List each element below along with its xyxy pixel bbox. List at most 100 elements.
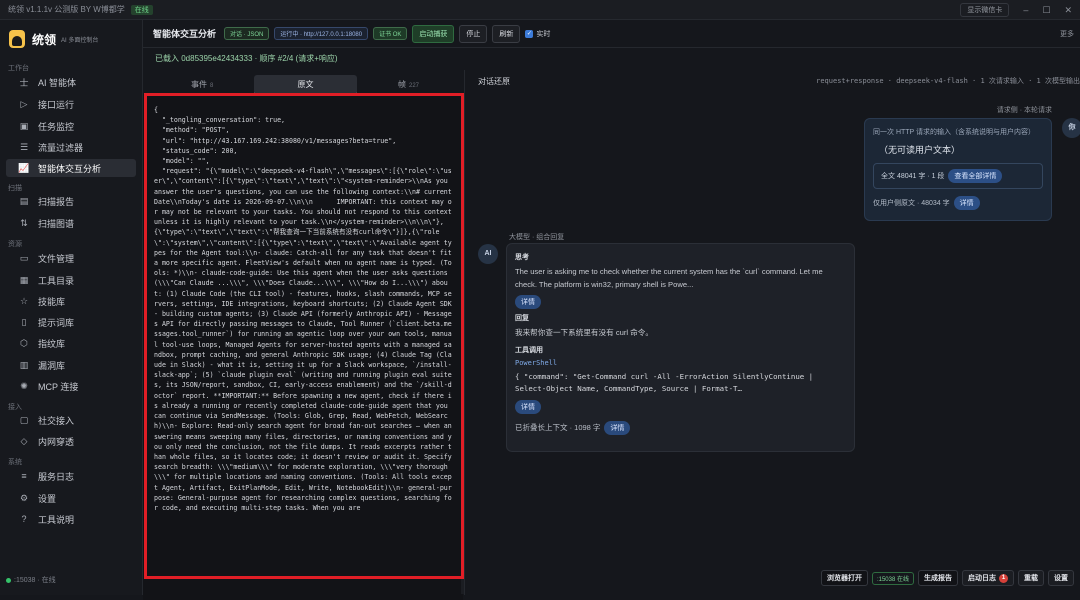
server-pill: 运行中 · http://127.0.0.1:18080	[274, 27, 369, 40]
sidebar-item-tool-help[interactable]: ? 工具说明	[6, 510, 136, 528]
sidebar-item-file-manager[interactable]: ▭ 文件管理	[6, 249, 136, 267]
tab-frames[interactable]: 帧 227	[398, 75, 419, 95]
scrollbar[interactable]	[461, 94, 464, 594]
help-icon: ?	[21, 514, 27, 524]
sidebar-item-fingerprints[interactable]: ⬡ 指纹库	[6, 334, 136, 352]
sidebar-item-settings[interactable]: ⚙ 设置	[6, 489, 136, 507]
sidebar-item-ai-agent[interactable]: 士 AI 智能体	[6, 73, 136, 91]
thinking-detail-button[interactable]: 详情	[515, 295, 541, 309]
tool-command: { "command": "Get-Command curl -All -Err…	[515, 371, 814, 394]
conversation-panel: 对话还原 request+response · deepseek-v4-flas…	[466, 70, 1080, 595]
folded-detail-button[interactable]: 详情	[604, 420, 631, 435]
request-card: 同一次 HTTP 请求的输入（含系统说明与用户内容） （无可读用户文本） 全文 …	[864, 118, 1052, 221]
request-detail-button[interactable]: 详情	[953, 196, 980, 210]
check-icon: ✓	[525, 29, 534, 38]
request-user-only: 仅用户侧原文 · 48034 字 详情	[873, 196, 1043, 210]
folder-icon: ▭	[19, 252, 29, 263]
sidebar-item-tunnel[interactable]: ◇ 内网穿透	[6, 432, 136, 450]
ai-response-card: 思考 The user is asking me to check whethe…	[506, 243, 855, 452]
conversation-title: 对话还原	[478, 76, 510, 86]
sidebar-item-skills[interactable]: ☆ 技能库	[6, 292, 136, 310]
request-user-text: （无可读用户文本）	[879, 145, 961, 155]
online-badge: 在线	[130, 4, 153, 15]
bottom-bar: 浏览器打开 :15038 在线 生成报告 启动日志 1 重载 设置	[820, 567, 1080, 589]
chart-icon: 📈	[18, 162, 30, 173]
toolbar: 智能体交互分析 对话 · JSON 运行中 · http://127.0.0.1…	[143, 20, 1080, 48]
view-all-details-button[interactable]: 查看全部详情	[948, 169, 1003, 183]
monitor-icon: ▣	[19, 120, 29, 131]
sidebar-item-mcp[interactable]: ✺ MCP 连接	[6, 377, 136, 395]
gear-icon: ⚙	[19, 492, 29, 503]
generate-report-button[interactable]: 生成报告	[918, 570, 958, 586]
request-desc: 同一次 HTTP 请求的输入（含系统说明与用户内容）	[873, 129, 1036, 136]
connection-status: :15038 · 在线	[6, 575, 56, 585]
sidebar-item-task-monitor[interactable]: ▣ 任务监控	[6, 117, 136, 135]
request-label: 请求侧 · 本轮请求	[996, 107, 1052, 114]
cert-pill: 证书 OK	[373, 27, 408, 40]
title-bar: 统领 v1.1.1v 公测版 BY W博都学 在线 显示微信卡 – ☐ ✕	[0, 0, 1080, 20]
load-status: 已载入 0d85395e42434333 · 顺序 #2/4 (请求+响应)	[155, 53, 338, 63]
play-icon: ▷	[20, 98, 28, 109]
brand-name: 统领	[32, 32, 57, 47]
more-menu[interactable]: 更多	[1060, 29, 1074, 39]
tunnel-icon: ◇	[20, 435, 28, 446]
realtime-checkbox[interactable]: ✓ 实时	[525, 29, 550, 39]
sidebar-item-tool-catalog[interactable]: ▦ 工具目录	[6, 271, 136, 289]
sidebar-item-social[interactable]: ▢ 社交接入	[6, 411, 136, 429]
raw-json-viewer[interactable]: { "_tongling_conversation": true, "metho…	[143, 94, 463, 600]
section-resources: 资源	[8, 241, 22, 248]
close-icon[interactable]: ✕	[1064, 5, 1072, 16]
open-browser-button[interactable]: 浏览器打开	[820, 570, 868, 586]
raw-panel: 事件 8 原文 帧 227 { "_tongling_conversation": …	[143, 70, 465, 600]
tool-call-heading: 工具调用	[515, 346, 543, 354]
show-card-button[interactable]: 显示微信卡	[960, 3, 1010, 17]
bug-icon: ▥	[19, 359, 29, 370]
answer-heading: 回复	[515, 315, 529, 322]
conversation-header: 对话还原 request+response · deepseek-v4-flas…	[466, 70, 1080, 92]
sidebar-item-service-log[interactable]: ≡ 服务日志	[6, 467, 136, 485]
minimize-icon[interactable]: –	[1023, 5, 1028, 15]
request-full-box: 全文 48041 字 · 1 段 查看全部详情	[873, 163, 1043, 189]
sidebar-item-scan-graph[interactable]: ⇅ 扫描图谱	[6, 214, 136, 232]
startup-log-button[interactable]: 启动日志 1	[962, 570, 1014, 586]
app-title: 统领 v1.1.1v 公测版 BY W博都学	[8, 5, 125, 14]
folded-context: 已折叠长上下文 · 1098 字 详情	[515, 420, 846, 435]
reload-button[interactable]: 重载	[1018, 570, 1044, 586]
catalog-icon: ▦	[19, 274, 29, 285]
log-icon: ≡	[21, 471, 27, 481]
logo-icon	[9, 30, 25, 48]
mode-pill: 对话 · JSON	[224, 27, 270, 40]
tab-raw[interactable]: 原文	[254, 75, 357, 95]
report-icon: ▤	[19, 195, 29, 206]
tab-events[interactable]: 事件 8	[191, 75, 213, 95]
sidebar-item-api-run[interactable]: ▷ 接口运行	[6, 95, 136, 113]
port-status: :15038 在线	[871, 571, 914, 585]
sidebar-item-traffic-filter[interactable]: ☰ 流量过滤器	[6, 138, 136, 156]
sidebar-item-vulns[interactable]: ▥ 漏洞库	[6, 356, 136, 374]
social-icon: ▢	[19, 414, 29, 425]
maximize-icon[interactable]: ☐	[1042, 5, 1050, 16]
answer-text: 我来帮你查一下系统里有没有 curl 命令。	[515, 328, 653, 337]
sidebar-item-agent-analysis[interactable]: 📈 智能体交互分析	[6, 159, 136, 177]
refresh-button[interactable]: 刷新	[492, 24, 521, 43]
mcp-icon: ✺	[20, 380, 28, 391]
brand-subtitle: AI 多面控制台	[61, 37, 99, 44]
start-capture-button[interactable]: 启动捕获	[412, 24, 455, 43]
brand: 统领 AI 多面控制台	[9, 30, 98, 48]
sidebar-item-prompts[interactable]: ▯ 提示词库	[6, 313, 136, 331]
tab-bar: 事件 8 原文 帧 227	[143, 75, 465, 95]
sidebar: 统领 AI 多面控制台 工作台 士 AI 智能体 ▷ 接口运行 ▣ 任务监控 ☰ 流量过…	[0, 20, 143, 595]
log-count-badge: 1	[999, 573, 1008, 583]
stop-button[interactable]: 停止	[459, 24, 488, 43]
user-avatar: 你	[1062, 118, 1080, 138]
sidebar-item-scan-report[interactable]: ▤ 扫描报告	[6, 192, 136, 210]
raw-json-text: { "_tongling_conversation": true, "metho…	[154, 106, 452, 512]
page-title: 智能体交互分析	[153, 29, 217, 39]
tool-name: PowerShell	[515, 358, 558, 367]
conversation-meta: request+response · deepseek-v4-flash · 1…	[816, 77, 1080, 85]
section-system: 系统	[8, 459, 22, 466]
thinking-text: The user is asking me to check whether t…	[515, 267, 823, 289]
settings-button[interactable]: 设置	[1048, 570, 1074, 586]
fingerprint-icon: ⬡	[20, 337, 28, 348]
tool-detail-button[interactable]: 详情	[515, 399, 541, 414]
